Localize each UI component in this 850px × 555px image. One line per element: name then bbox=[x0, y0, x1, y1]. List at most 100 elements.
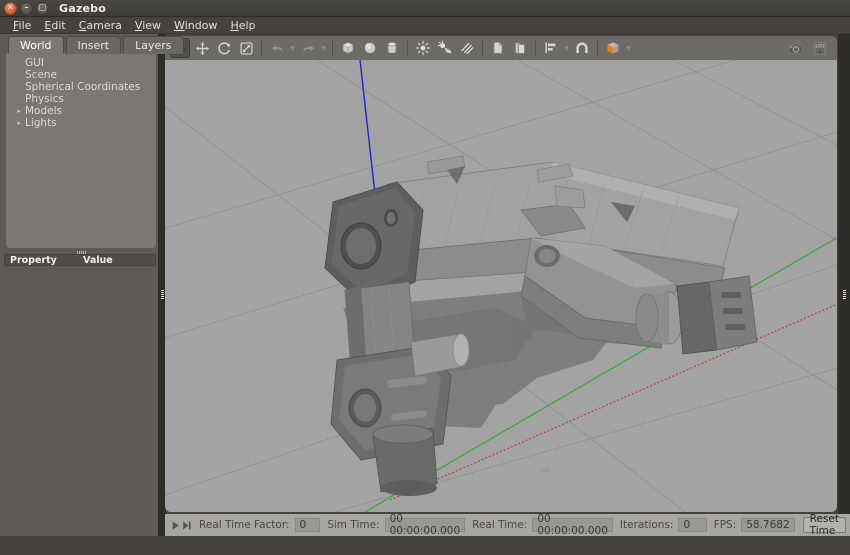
minimize-icon: – bbox=[24, 2, 29, 12]
menu-edit[interactable]: Edit bbox=[38, 18, 72, 33]
menu-window-rest: indow bbox=[184, 18, 218, 32]
view-angle-button[interactable] bbox=[603, 38, 623, 58]
toolbar-separator bbox=[332, 40, 333, 56]
tree-item-scene-label: Scene bbox=[25, 69, 58, 81]
insert-sphere-button[interactable] bbox=[360, 38, 380, 58]
tree-item-physics-label: Physics bbox=[25, 93, 64, 105]
tree-item-gui[interactable]: GUI bbox=[6, 57, 156, 69]
toolbar-separator bbox=[407, 40, 408, 56]
world-tree: GUI Scene Spherical Coordinates Physics … bbox=[6, 53, 156, 248]
left-panel-tabs: World Insert Layers bbox=[8, 36, 184, 54]
tab-world-label: World bbox=[20, 39, 52, 52]
scale-mode-button[interactable] bbox=[236, 38, 256, 58]
gazebo-window: × – □ Gazebo File Edit Camera View Windo… bbox=[0, 0, 850, 555]
spot-light-icon bbox=[437, 40, 451, 54]
play-button[interactable] bbox=[170, 516, 181, 534]
rotate-arrows-icon bbox=[217, 41, 230, 54]
tab-layers[interactable]: Layers bbox=[123, 36, 184, 54]
tree-item-models-label: Models bbox=[25, 105, 62, 117]
toolbar-separator bbox=[482, 40, 483, 56]
minimize-window-button[interactable]: – bbox=[20, 1, 33, 15]
align-menu-button[interactable]: ▼ bbox=[562, 38, 571, 58]
maximize-window-button[interactable]: □ bbox=[36, 1, 49, 15]
log-record-button[interactable]: LOG bbox=[810, 38, 830, 58]
menu-help-rest: elp bbox=[238, 18, 256, 32]
redo-menu-button[interactable]: ▼ bbox=[319, 38, 328, 58]
insert-cylinder-button[interactable] bbox=[382, 38, 402, 58]
scene-render bbox=[165, 60, 837, 512]
box-icon bbox=[342, 42, 354, 54]
insert-box-button[interactable] bbox=[338, 38, 358, 58]
undo-button[interactable] bbox=[267, 38, 287, 58]
translate-mode-button[interactable] bbox=[192, 38, 212, 58]
sphere-icon bbox=[364, 42, 376, 54]
tab-world[interactable]: World bbox=[8, 36, 64, 54]
value-column-header[interactable]: Value bbox=[81, 255, 113, 266]
chevron-right-icon[interactable]: ▸ bbox=[14, 105, 24, 117]
log-record-icon: LOG bbox=[813, 41, 826, 55]
copy-button[interactable] bbox=[488, 38, 508, 58]
arm-mid-cylinder-cap bbox=[452, 333, 470, 367]
menu-file[interactable]: File bbox=[7, 18, 38, 33]
render-area: ▼ ▼ ▼ ▼ LOG bbox=[165, 36, 837, 512]
window-bottom-strip bbox=[0, 536, 850, 555]
right-vertical-splitter[interactable] bbox=[838, 34, 850, 555]
menubar: File Edit Camera View Window Help bbox=[0, 17, 850, 34]
view-angle-menu-button[interactable]: ▼ bbox=[624, 38, 633, 58]
property-table-body bbox=[0, 267, 162, 555]
chevron-right-icon[interactable]: ▸ bbox=[14, 117, 24, 129]
directional-light-button[interactable] bbox=[457, 38, 477, 58]
tree-item-models[interactable]: ▸ Models bbox=[6, 105, 156, 117]
menu-window[interactable]: Window bbox=[168, 18, 224, 33]
redo-button[interactable] bbox=[298, 38, 318, 58]
paste-button[interactable] bbox=[510, 38, 530, 58]
spot-light-button[interactable] bbox=[435, 38, 455, 58]
close-icon: × bbox=[7, 2, 14, 12]
tree-item-physics[interactable]: Physics bbox=[6, 93, 156, 105]
view-angle-cube-icon bbox=[607, 41, 619, 54]
undo-menu-button[interactable]: ▼ bbox=[288, 38, 297, 58]
iterations-label: Iterations: bbox=[619, 519, 674, 531]
real-time-value: 00 00:00:00.000 bbox=[532, 513, 613, 537]
tree-item-spherical-coordinates[interactable]: Spherical Coordinates bbox=[6, 81, 156, 93]
tree-item-scene[interactable]: Scene bbox=[6, 69, 156, 81]
property-table-header: Property Value bbox=[4, 254, 156, 266]
menu-camera[interactable]: Camera bbox=[73, 18, 129, 33]
tree-item-spherical-coordinates-label: Spherical Coordinates bbox=[25, 81, 141, 93]
sim-time-label: Sim Time: bbox=[327, 519, 380, 531]
iterations-value: 0 bbox=[678, 518, 707, 532]
menu-edit-rest: dit bbox=[51, 18, 66, 32]
toolbar-separator bbox=[597, 40, 598, 56]
reset-time-label: Reset Time bbox=[809, 513, 839, 537]
move-arrows-icon bbox=[195, 41, 209, 55]
menu-help[interactable]: Help bbox=[224, 18, 262, 33]
property-column-header[interactable]: Property bbox=[5, 255, 81, 266]
arm-base-bottom bbox=[381, 480, 437, 496]
real-time-factor-value: 0 bbox=[294, 518, 321, 532]
snap-magnet-icon bbox=[576, 42, 588, 53]
tab-layers-label: Layers bbox=[135, 39, 172, 52]
3d-viewport[interactable] bbox=[165, 60, 837, 512]
tab-insert[interactable]: Insert bbox=[65, 36, 122, 54]
reset-time-button[interactable]: Reset Time bbox=[802, 513, 846, 537]
arm-base-top bbox=[372, 424, 434, 444]
svg-text:LOG: LOG bbox=[815, 43, 824, 48]
scale-icon bbox=[239, 41, 253, 55]
menu-view-rest: iew bbox=[142, 18, 162, 32]
screenshot-button[interactable] bbox=[785, 38, 805, 58]
tree-item-lights[interactable]: ▸ Lights bbox=[6, 117, 156, 129]
menu-camera-rest: amera bbox=[86, 18, 122, 32]
snap-button[interactable] bbox=[572, 38, 592, 58]
camera-icon bbox=[787, 42, 803, 54]
rotate-mode-button[interactable] bbox=[214, 38, 234, 58]
align-button[interactable] bbox=[541, 38, 561, 58]
step-button[interactable] bbox=[181, 516, 192, 534]
point-light-button[interactable] bbox=[413, 38, 433, 58]
splitter-grip-icon bbox=[842, 290, 846, 299]
world-tree-list: GUI Scene Spherical Coordinates Physics … bbox=[6, 53, 156, 129]
fps-value: 58.7682 bbox=[741, 518, 795, 532]
step-forward-icon bbox=[183, 520, 191, 530]
ground-mark bbox=[540, 467, 550, 473]
menu-view[interactable]: View bbox=[129, 18, 168, 33]
close-window-button[interactable]: × bbox=[4, 1, 17, 15]
